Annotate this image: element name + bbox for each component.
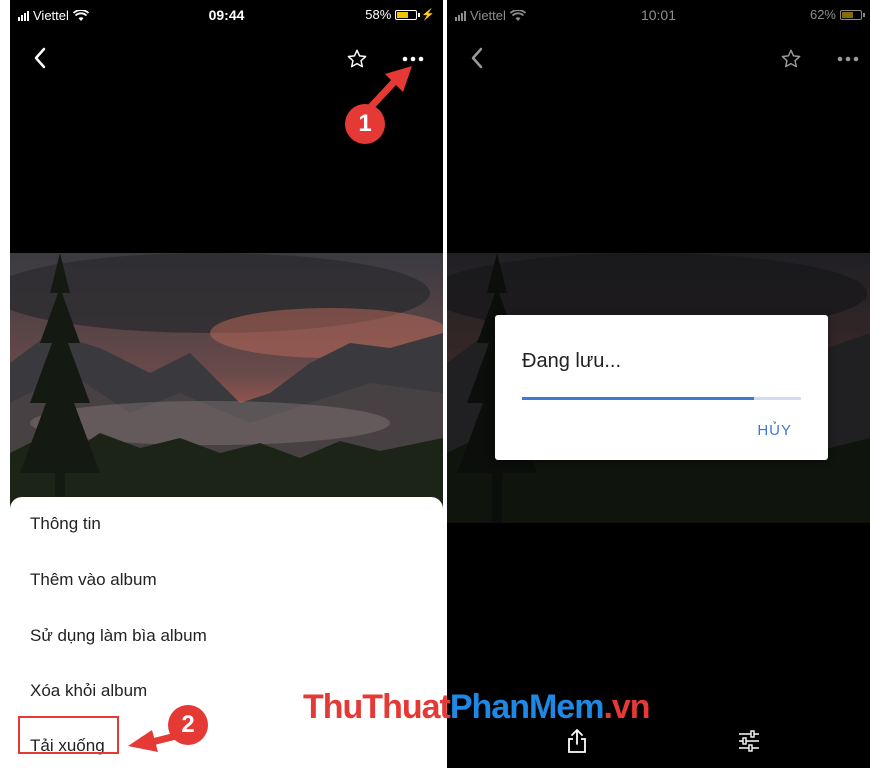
watermark-part-3: .vn: [603, 688, 650, 726]
watermark-part-1: ThuThuat: [303, 688, 451, 726]
watermark: ThuThuatPhanMem.vn: [303, 688, 651, 727]
watermark-part-2: PhanMem: [449, 688, 605, 726]
step-badge-1: 1: [345, 104, 385, 144]
step-badge-2: 2: [168, 705, 208, 745]
annotation-arrows: [128, 66, 412, 752]
